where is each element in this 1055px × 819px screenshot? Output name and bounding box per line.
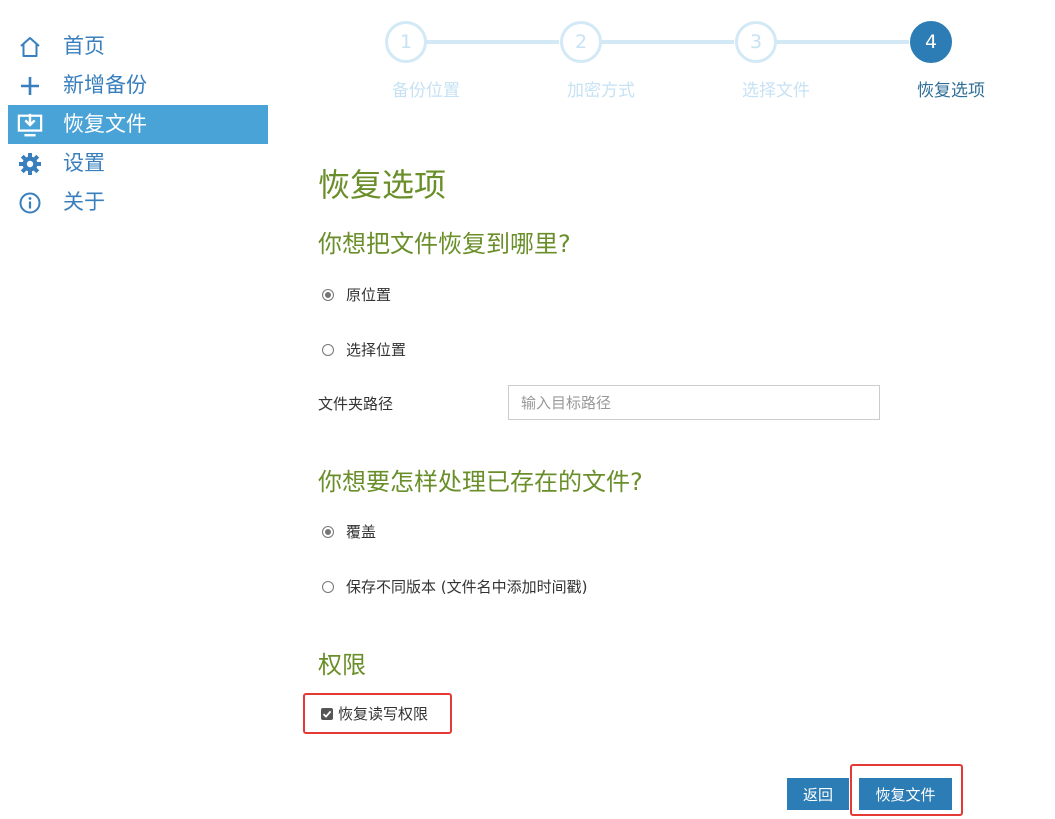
radio-label: 选择位置 bbox=[346, 341, 407, 359]
restore-permissions-checkbox-row[interactable]: 恢复读写权限 bbox=[321, 703, 428, 724]
highlight-box: 恢复读写权限 bbox=[303, 693, 452, 734]
sidebar-item-restore[interactable]: 恢复文件 bbox=[8, 105, 268, 144]
sidebar-item-about[interactable]: 关于 bbox=[8, 183, 268, 222]
radio-label: 原位置 bbox=[346, 286, 392, 304]
radio-overwrite[interactable]: 覆盖 bbox=[322, 521, 376, 542]
radio-label: 覆盖 bbox=[346, 523, 377, 541]
step-3-label: 选择文件 bbox=[742, 81, 810, 101]
sidebar-item-label: 恢复文件 bbox=[63, 112, 147, 136]
restore-permissions-checkbox[interactable] bbox=[321, 707, 333, 720]
step-4-label: 恢复选项 bbox=[917, 81, 985, 101]
existing-files-question: 你想要怎样处理已存在的文件? bbox=[318, 468, 643, 496]
radio-button-checked[interactable] bbox=[322, 525, 334, 538]
info-icon bbox=[17, 190, 43, 216]
step-1-circle: 1 bbox=[385, 21, 427, 63]
step-connector bbox=[426, 40, 559, 44]
page-title: 恢复选项 bbox=[318, 166, 447, 204]
step-4-circle: 4 bbox=[910, 21, 952, 63]
radio-button-checked[interactable] bbox=[322, 288, 334, 301]
sidebar-item-add-backup[interactable]: 新增备份 bbox=[8, 66, 268, 105]
folder-path-label: 文件夹路径 bbox=[318, 395, 394, 413]
home-icon bbox=[17, 34, 43, 60]
sidebar-item-label: 新增备份 bbox=[63, 73, 147, 97]
radio-label: 保存不同版本 (文件名中添加时间戳) bbox=[346, 578, 588, 596]
restore-files-button[interactable]: 恢复文件 bbox=[859, 778, 952, 810]
progress-stepper: 1 2 3 4 备份位置 加密方式 选择文件 恢复选项 bbox=[380, 20, 1000, 110]
radio-button[interactable] bbox=[322, 343, 334, 356]
gear-icon bbox=[17, 151, 43, 177]
highlight-box: 恢复文件 bbox=[850, 764, 963, 816]
step-2-circle: 2 bbox=[560, 21, 602, 63]
radio-original-location[interactable]: 原位置 bbox=[322, 284, 391, 305]
checkbox-label: 恢复读写权限 bbox=[338, 705, 429, 723]
plus-icon bbox=[17, 73, 43, 99]
step-connector bbox=[776, 40, 909, 44]
sidebar-item-label: 设置 bbox=[63, 151, 105, 175]
back-button[interactable]: 返回 bbox=[787, 778, 849, 810]
step-2-label: 加密方式 bbox=[567, 81, 635, 101]
step-3-circle: 3 bbox=[735, 21, 777, 63]
permissions-heading: 权限 bbox=[318, 651, 366, 679]
sidebar-item-home[interactable]: 首页 bbox=[8, 27, 268, 66]
radio-choose-location[interactable]: 选择位置 bbox=[322, 339, 406, 360]
step-1-label: 备份位置 bbox=[392, 81, 460, 101]
sidebar: 首页 新增备份 恢复文件 设置 关于 bbox=[8, 27, 268, 222]
radio-keep-versions[interactable]: 保存不同版本 (文件名中添加时间戳) bbox=[322, 576, 587, 597]
radio-button[interactable] bbox=[322, 580, 334, 593]
sidebar-item-settings[interactable]: 设置 bbox=[8, 144, 268, 183]
restore-icon bbox=[17, 112, 43, 138]
sidebar-item-label: 关于 bbox=[63, 190, 105, 214]
step-connector bbox=[601, 40, 734, 44]
sidebar-item-label: 首页 bbox=[63, 34, 105, 58]
folder-path-input[interactable] bbox=[508, 385, 880, 420]
location-question: 你想把文件恢复到哪里? bbox=[318, 230, 571, 258]
